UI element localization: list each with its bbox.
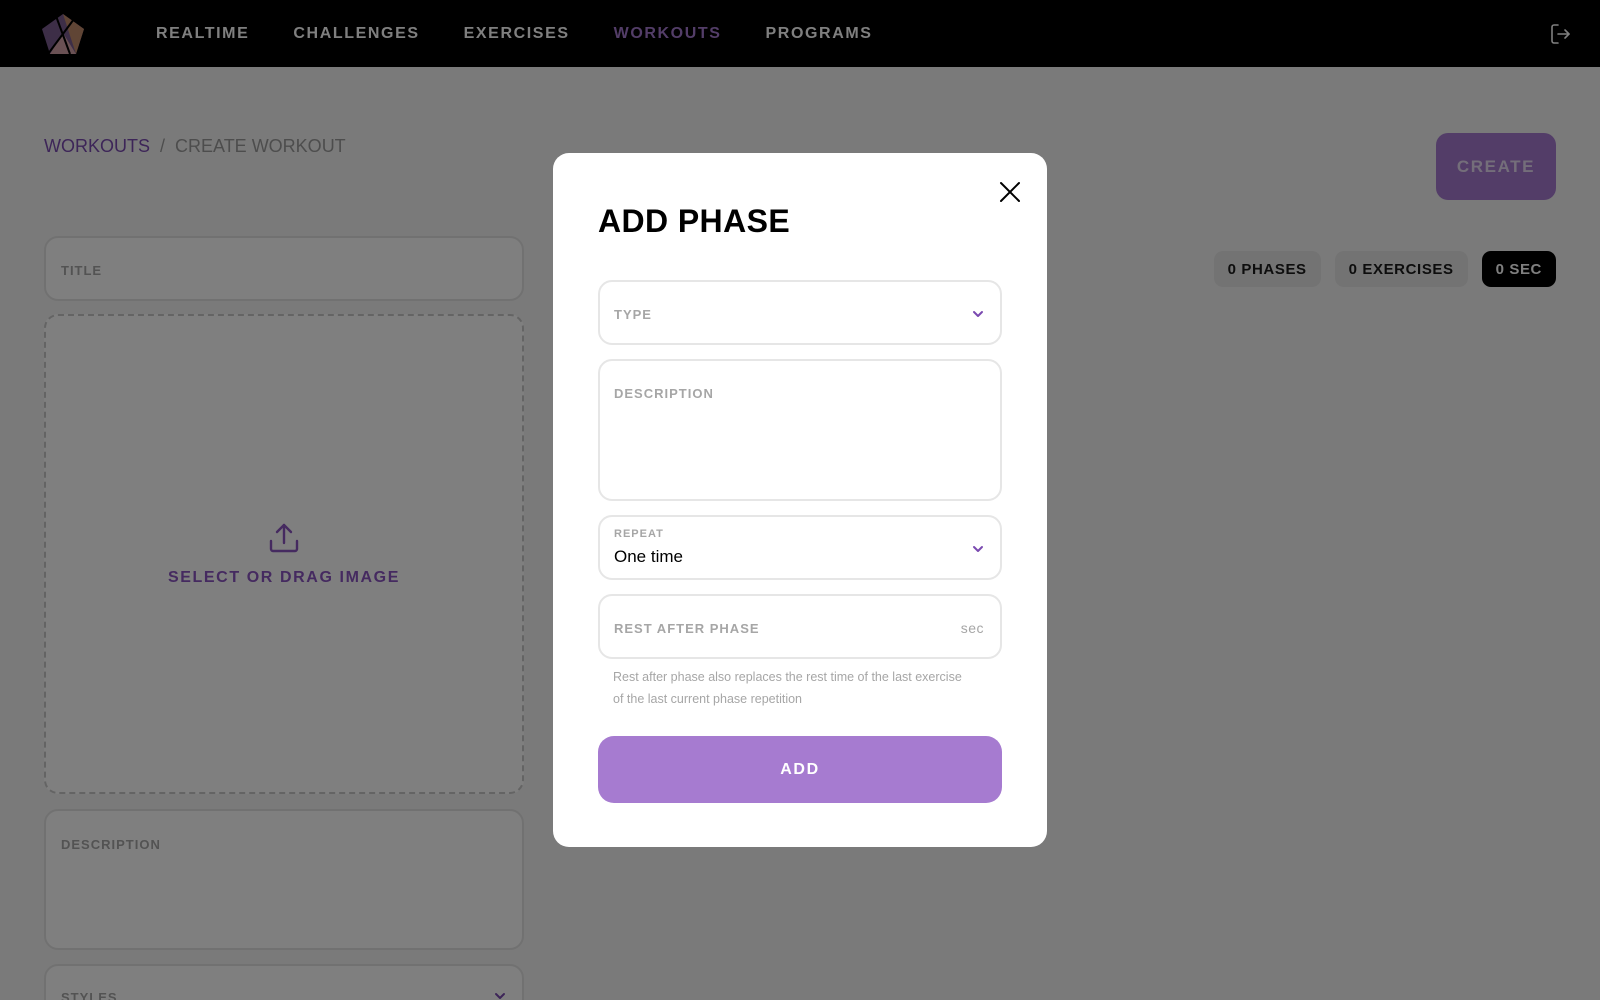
rest-after-phase-hint: Rest after phase also replaces the rest … xyxy=(613,670,962,706)
close-icon[interactable] xyxy=(995,177,1025,207)
phase-type-select[interactable]: TYPE xyxy=(598,280,1002,345)
rest-after-phase-field[interactable]: REST AFTER PHASE sec xyxy=(598,594,1002,659)
rest-unit-suffix: sec xyxy=(960,620,984,636)
modal-title: ADD PHASE xyxy=(598,203,791,239)
rest-after-phase-label: REST AFTER PHASE xyxy=(614,621,760,636)
phase-description-field[interactable]: DESCRIPTION xyxy=(598,359,1002,501)
chevron-down-icon xyxy=(973,311,983,317)
phase-repeat-select[interactable]: REPEAT One time xyxy=(598,515,1002,580)
phase-type-label: TYPE xyxy=(614,307,652,322)
phase-repeat-value: One time xyxy=(614,547,683,566)
phase-repeat-label: REPEAT xyxy=(614,528,664,540)
add-phase-button[interactable]: ADD xyxy=(598,736,1002,803)
chevron-down-icon xyxy=(973,546,983,552)
add-phase-modal: ADD PHASE TYPE DESCRIPTION REPEAT One ti… xyxy=(553,153,1047,847)
phase-description-label: DESCRIPTION xyxy=(614,386,714,401)
